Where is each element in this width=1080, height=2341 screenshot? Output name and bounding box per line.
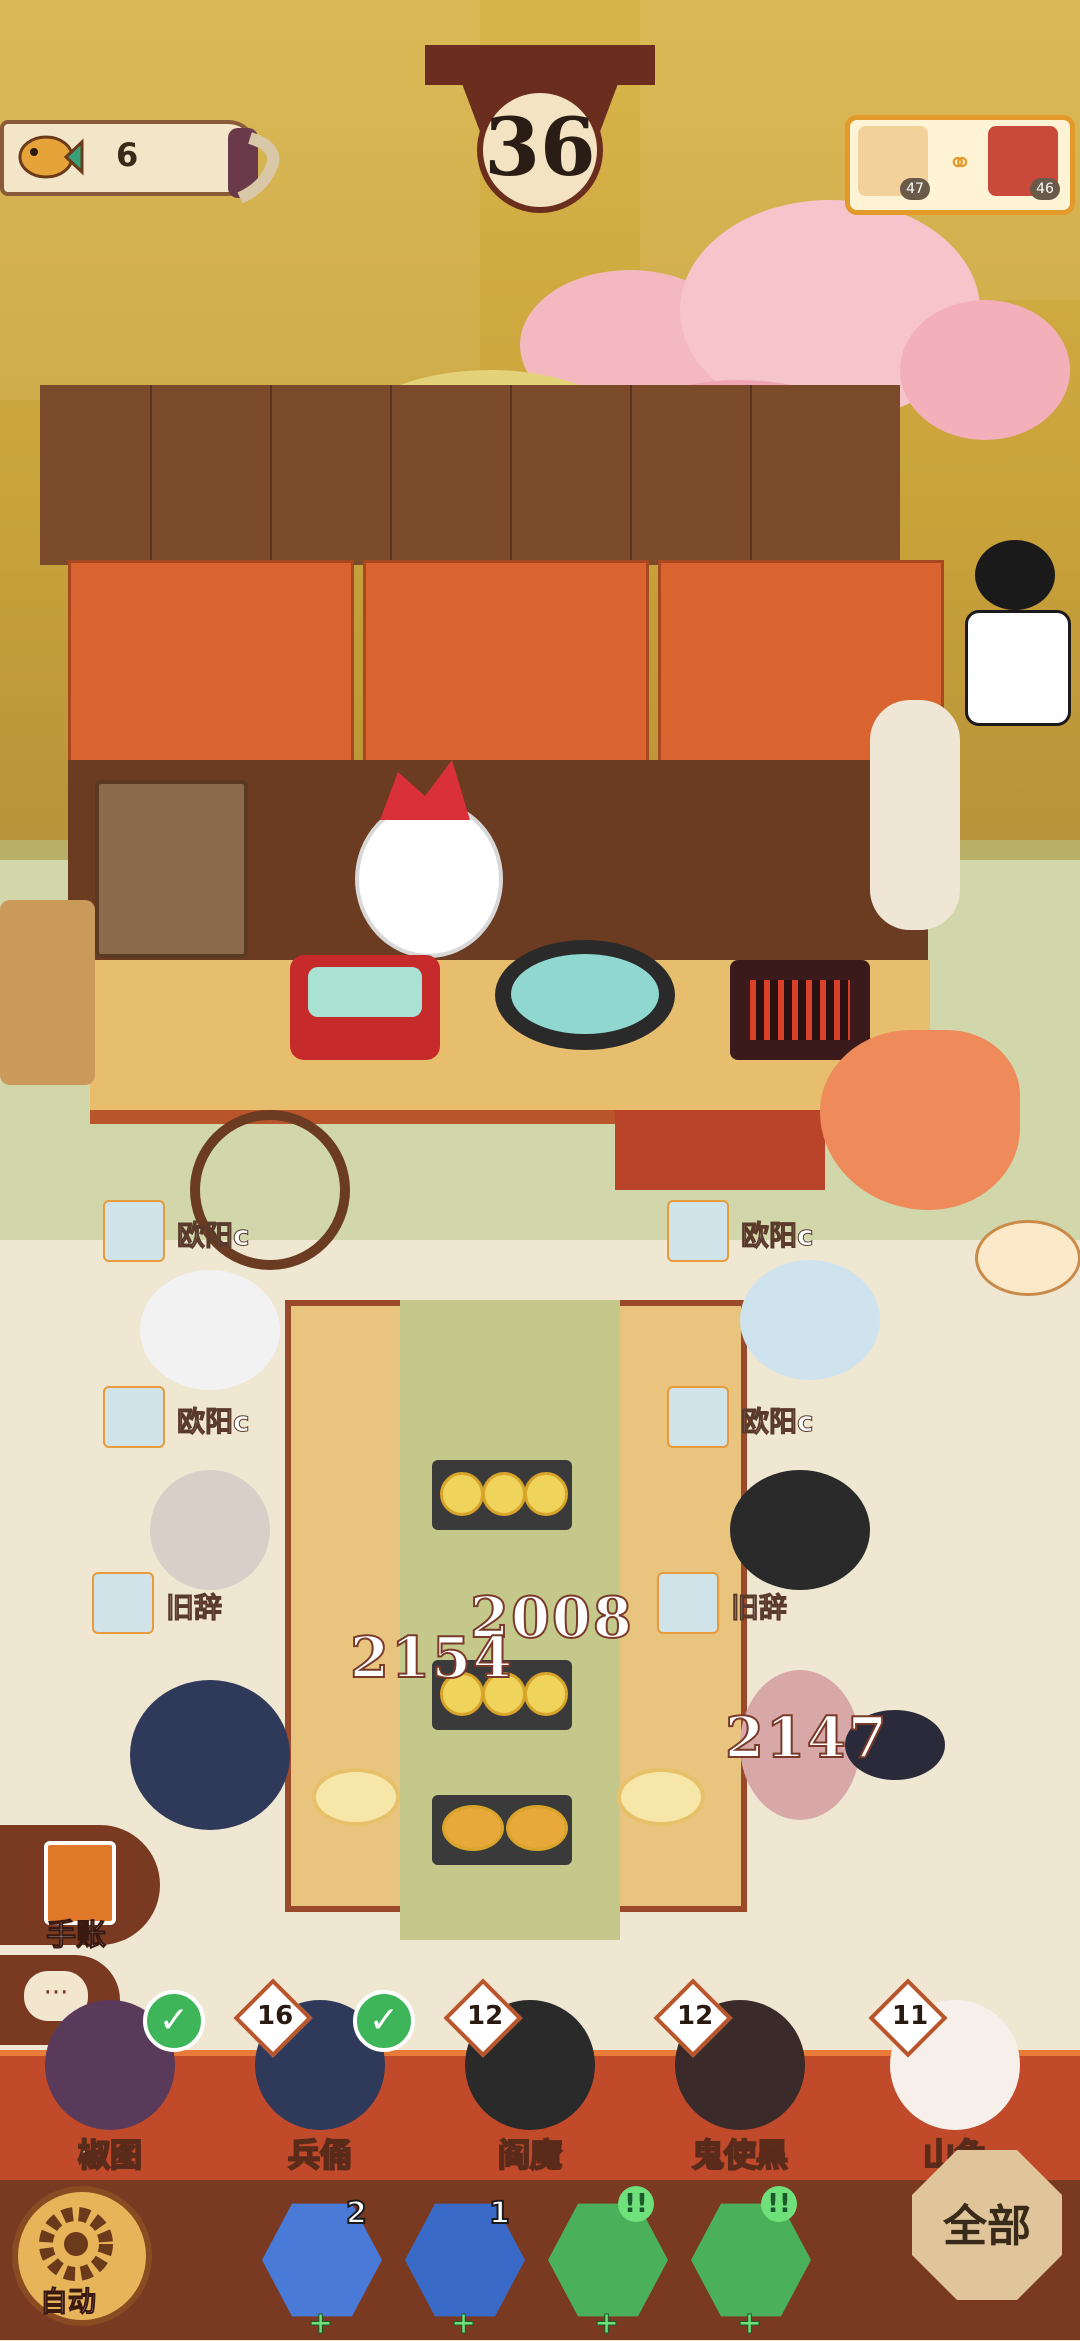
player-avatar [667, 1386, 729, 1448]
vegetable-basket [0, 900, 95, 1085]
dish-tempura-1[interactable] [432, 1795, 572, 1865]
customer-armored [130, 1680, 290, 1830]
customer-grey-hair [150, 1470, 270, 1590]
card-count: 1 [488, 2195, 511, 2232]
player-name: 欧阳c [741, 1405, 815, 1439]
coin-count: 6 [116, 136, 139, 174]
player-name: 欧阳c [741, 1219, 815, 1253]
player-name: 旧辞 [730, 1591, 788, 1625]
roster-hero-2[interactable]: 16 ✓ 兵俑 [233, 1978, 415, 2175]
hero-name: 兵俑 [287, 2135, 353, 2175]
seat-label-mid-left: 欧阳c [103, 1386, 283, 1448]
card-frame [548, 2203, 668, 2317]
add-icon: + [593, 2306, 620, 2341]
round-timer: 36 [484, 100, 596, 194]
player-avatar [657, 1572, 719, 1634]
player-level-right: 46 [1030, 178, 1060, 200]
player-avatar [667, 1200, 729, 1262]
journal-label: 手账 [46, 1918, 107, 1954]
player-avatar [103, 1386, 165, 1448]
floating-score: 2154 [349, 1624, 514, 1692]
chef-character [355, 800, 503, 958]
auto-label: 自动 [39, 2285, 97, 2319]
player-name: 欧阳c [177, 1405, 251, 1439]
add-icon: + [736, 2306, 763, 2341]
fish-coin-icon [18, 135, 84, 179]
roster-hero-3[interactable]: 12 阎魔 [443, 1978, 615, 2175]
hero-name: 椒图 [77, 2135, 143, 2175]
roster-hero-4[interactable]: 12 鬼使黑 [653, 1978, 825, 2175]
alert-icon: !! [761, 2186, 797, 2222]
sleeping-cat [975, 1220, 1080, 1296]
player-level-left: 47 [900, 178, 930, 200]
empty-plate-left[interactable] [312, 1768, 400, 1826]
player-avatar [103, 1200, 165, 1262]
seat-label-top-right: 欧阳c [667, 1200, 847, 1262]
player-avatar [92, 1572, 154, 1634]
card-frame [691, 2203, 811, 2317]
menu-signboard[interactable] [615, 1110, 825, 1190]
kumamon-mascot [955, 540, 1075, 750]
noren-curtains [68, 560, 948, 766]
stove-frying-pan[interactable] [495, 940, 675, 1050]
customer-blue-hair [740, 1260, 880, 1380]
skill-card-1[interactable]: 2 + [262, 2195, 382, 2341]
cutting-board[interactable] [95, 780, 248, 958]
duo-players-panel[interactable]: 47 ⚭ 46 [845, 115, 1075, 215]
seat-label-top-left: 欧阳c [103, 1200, 283, 1262]
player-name: 旧辞 [165, 1591, 223, 1625]
floating-score: 2147 [724, 1704, 889, 1772]
player-name: 欧阳c [177, 1219, 251, 1253]
add-icon: + [307, 2306, 334, 2341]
empty-plate-right[interactable] [617, 1768, 705, 1826]
roster-hero-5[interactable]: 11 山兔 [868, 1978, 1040, 2175]
paper-lantern [870, 700, 960, 930]
card-count: 2 [345, 2195, 368, 2232]
skill-card-4[interactable]: !! + [691, 2186, 811, 2341]
ready-check-icon: ✓ [143, 1990, 205, 2052]
hero-name: 阎魔 [497, 2135, 563, 2175]
customer-white-hair [140, 1270, 280, 1390]
roster-hero-1[interactable]: ✓ 椒图 [25, 1990, 205, 2175]
alert-icon: !! [618, 2186, 654, 2222]
pair-link-icon: ⚭ [947, 146, 973, 181]
stall-roof [40, 385, 900, 565]
hero-name: 鬼使黑 [691, 2135, 789, 2175]
all-label: 全部 [943, 2201, 1031, 2252]
stove-grill[interactable] [730, 960, 870, 1060]
skill-card-3[interactable]: !! + [548, 2186, 668, 2341]
customer-samurai [730, 1470, 870, 1590]
dish-pancakes-1[interactable] [432, 1460, 572, 1530]
scroll-knot-icon [228, 128, 280, 204]
skill-card-2[interactable]: 1 + [405, 2195, 525, 2341]
stove-pot[interactable] [290, 955, 440, 1060]
add-icon: + [450, 2306, 477, 2341]
ready-check-icon: ✓ [353, 1990, 415, 2052]
seat-label-mid-right: 欧阳c [667, 1386, 847, 1448]
